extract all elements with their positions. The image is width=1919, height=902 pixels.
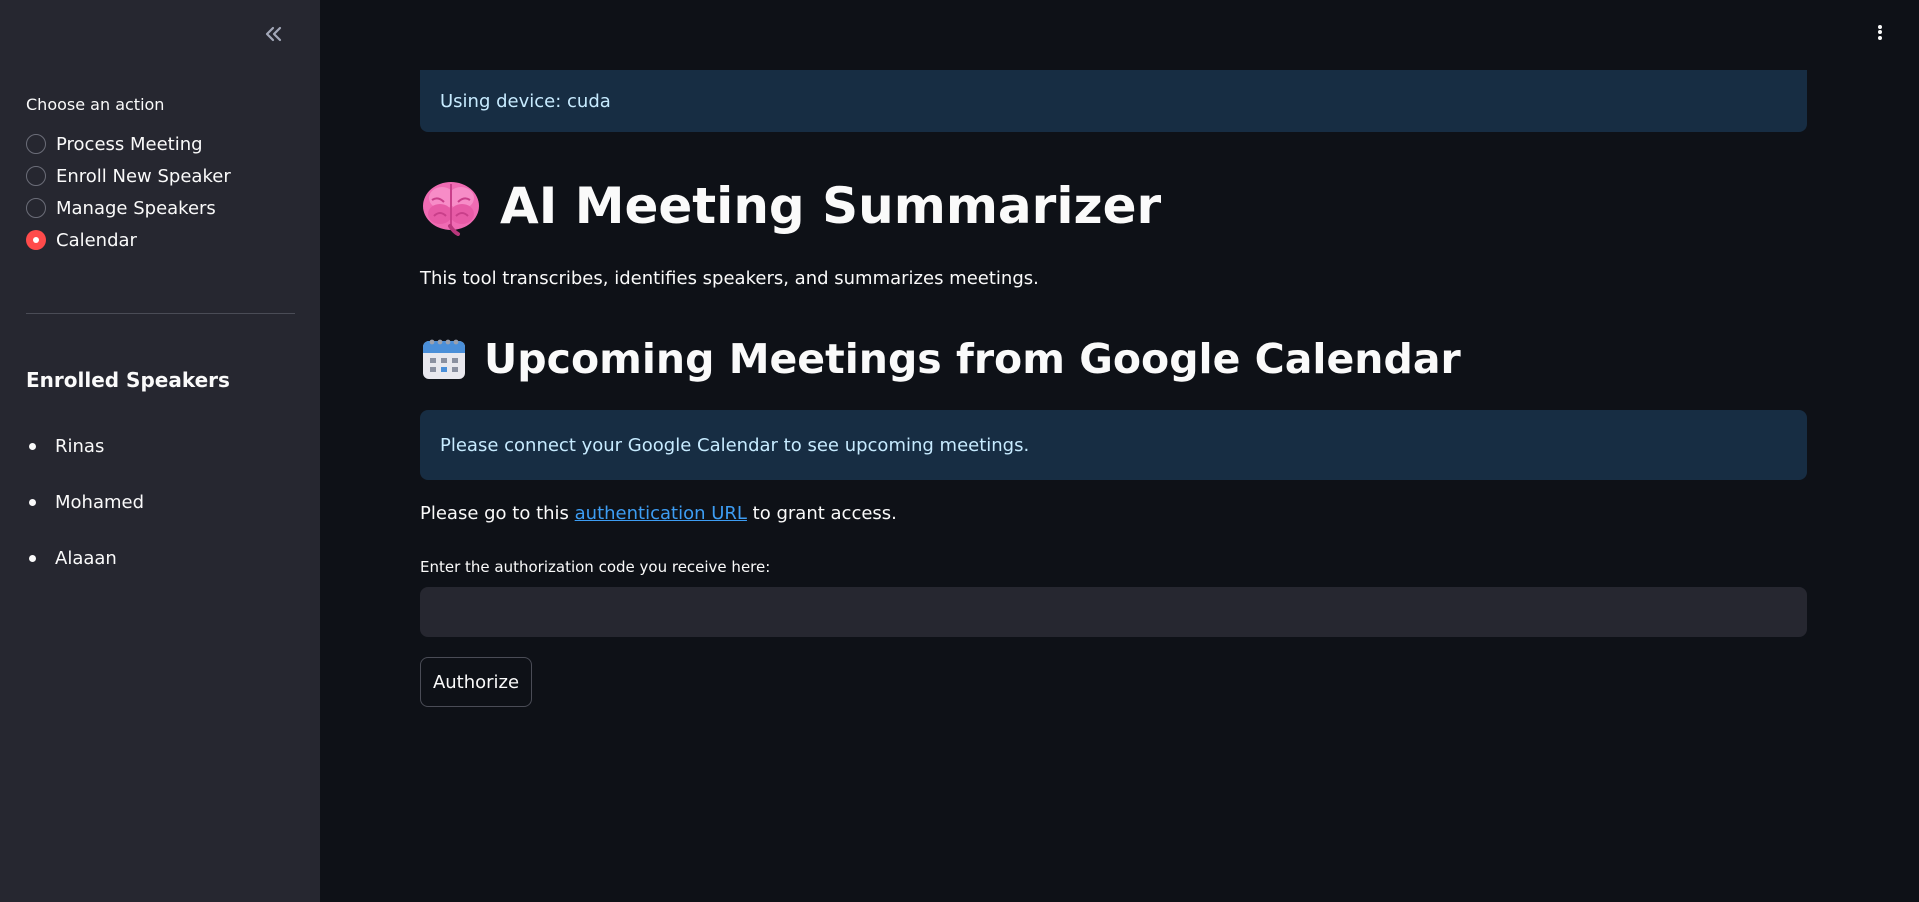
collapse-sidebar-button[interactable] <box>258 18 290 50</box>
list-item: Mohamed <box>26 474 144 530</box>
radio-manage-speakers[interactable]: Manage Speakers <box>26 192 231 224</box>
radio-label: Calendar <box>56 229 137 251</box>
brain-icon <box>423 182 479 236</box>
speaker-name: Mohamed <box>55 491 145 513</box>
enrolled-speakers-heading: Enrolled Speakers <box>26 368 230 392</box>
bullet-icon <box>29 498 36 506</box>
calendar-icon <box>423 339 465 379</box>
page-description: This tool transcribes, identifies speake… <box>420 268 1039 289</box>
radio-enroll-new-speaker[interactable]: Enroll New Speaker <box>26 160 231 192</box>
auth-suffix-text: to grant access. <box>746 503 897 524</box>
sidebar: Choose an action Process Meeting Enroll … <box>0 0 320 902</box>
double-chevron-left-icon <box>265 26 282 42</box>
list-item: Rinas <box>26 418 144 474</box>
speaker-name: Alaaan <box>55 547 117 569</box>
radio-button[interactable] <box>26 198 46 218</box>
radio-button[interactable] <box>26 166 46 186</box>
bullet-icon <box>29 554 36 562</box>
calendar-heading: Upcoming Meetings from Google Calendar <box>420 335 1461 383</box>
action-radio-label: Choose an action <box>26 95 165 114</box>
auth-code-label: Enter the authorization code you receive… <box>420 558 771 576</box>
bullet-icon <box>29 442 36 450</box>
calendar-info-alert: Please connect your Google Calendar to s… <box>420 410 1807 480</box>
auth-instruction: Please go to this authentication URL to … <box>420 503 897 524</box>
page-title: AI Meeting Summarizer <box>420 176 1161 236</box>
radio-label: Enroll New Speaker <box>56 165 231 187</box>
radio-label: Process Meeting <box>56 133 203 155</box>
device-info-alert: Using device: cuda <box>420 70 1807 132</box>
radio-label: Manage Speakers <box>56 197 216 219</box>
radio-process-meeting[interactable]: Process Meeting <box>26 128 231 160</box>
device-info-text: Using device: cuda <box>440 90 611 112</box>
action-radio-group: Process Meeting Enroll New Speaker Manag… <box>26 128 231 256</box>
speaker-name: Rinas <box>55 435 105 457</box>
auth-code-input[interactable] <box>420 587 1807 637</box>
radio-calendar[interactable]: Calendar <box>26 224 231 256</box>
authentication-url-link[interactable]: authentication URL <box>575 503 747 524</box>
page-title-text: AI Meeting Summarizer <box>500 177 1162 235</box>
authorize-button[interactable]: Authorize <box>420 657 532 707</box>
kebab-menu-icon <box>1878 23 1882 41</box>
calendar-heading-text: Upcoming Meetings from Google Calendar <box>484 335 1461 383</box>
main-menu-button[interactable] <box>1868 18 1892 46</box>
auth-prefix-text: Please go to this <box>420 503 575 524</box>
radio-button[interactable] <box>26 134 46 154</box>
calendar-info-text: Please connect your Google Calendar to s… <box>440 434 1030 456</box>
speaker-list: Rinas Mohamed Alaaan <box>26 418 144 586</box>
sidebar-divider <box>26 313 295 314</box>
radio-button-selected[interactable] <box>26 230 46 250</box>
app-root: Choose an action Process Meeting Enroll … <box>0 0 1919 902</box>
list-item: Alaaan <box>26 530 144 586</box>
